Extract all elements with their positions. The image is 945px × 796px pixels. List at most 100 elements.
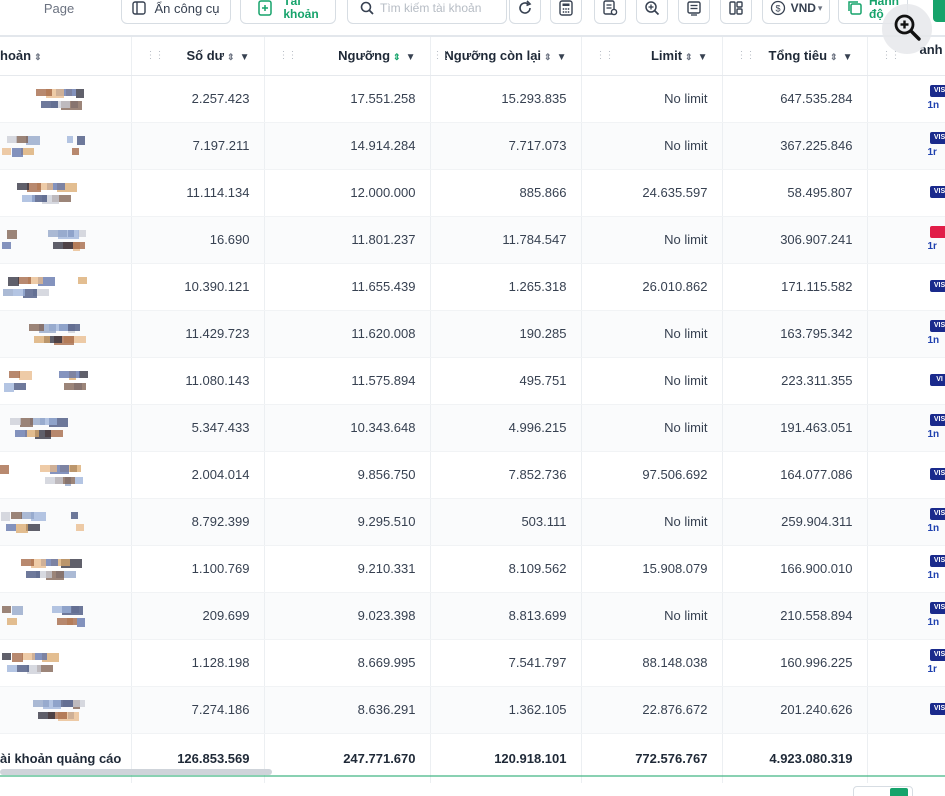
columns-button[interactable] [720,0,752,24]
payment-cell: VIS [867,686,945,734]
drag-handle-icon[interactable]: ⋮⋮ [737,50,756,61]
filter-caret-icon[interactable]: ▼ [240,52,250,63]
extra-green-button[interactable] [933,0,945,22]
table-row[interactable]: 11.114.134 12.000.000 885.866 24.635.597 58.… [0,169,945,217]
sort-icon[interactable]: ⇕ [685,52,693,62]
filter-caret-icon[interactable]: ▼ [698,52,708,63]
account-name-cell[interactable] [0,216,132,264]
col-header-account-label: hoản [0,48,32,64]
account-button[interactable]: Tài khoản [240,0,336,24]
limit-cell: No limit [581,404,723,452]
sort-icon[interactable]: ⇕ [227,52,235,62]
col-header-limit[interactable]: ⋮⋮ Limit ⇕ ▼ [581,37,723,76]
limit-cell: 26.010.862 [581,263,723,311]
account-name-cell[interactable] [0,592,132,640]
sort-icon[interactable]: ⇕ [34,52,42,62]
account-name-cell[interactable] [0,263,132,311]
toolbar: Page Ẩn công cụ Tài khoản Tìm kiếm tài k… [0,0,945,34]
account-name-cell[interactable] [0,545,132,593]
filter-caret-icon[interactable]: ▼ [406,52,416,63]
pixel-block [16,523,28,533]
search-icon [360,1,374,15]
threshold-cell: 12.000.000 [264,169,431,217]
sort-icon[interactable]: ⇕ [393,52,401,62]
drag-handle-icon[interactable]: ⋮⋮ [279,50,298,61]
col-header-remaining[interactable]: ⋮⋮ Ngưỡng còn lại ⇕ ▼ [430,37,582,76]
total-spend-cell: 191.463.051 [722,404,868,452]
limit-cell: No limit [581,592,723,640]
currency-icon: $ [770,0,786,16]
account-name-cell[interactable] [0,404,132,452]
blurred-account-name [0,76,120,122]
pixel-block [45,476,63,484]
drag-handle-icon[interactable]: ⋮⋮ [146,50,165,61]
col-header-balance[interactable]: ⋮⋮ Số dư ⇕ ▼ [131,37,265,76]
balance-cell: 11.114.134 [131,169,265,217]
account-name-cell[interactable] [0,686,132,734]
threshold-cell: 9.295.510 [264,498,431,546]
col-header-total-spend[interactable]: ⋮⋮ Tổng tiêu ⇕ ▼ [722,37,868,76]
page-size-indicator [890,788,908,796]
table-row[interactable]: 209.699 9.023.398 8.813.699 No limit 210.558… [0,592,945,640]
pixel-block [79,370,88,378]
hide-tools-label: Ẩn công cụ [154,0,220,16]
columns-icon [728,0,744,16]
copy-icon [847,0,863,16]
table-row[interactable]: 10.390.121 11.655.439 1.265.318 26.010.862 1… [0,263,945,311]
blurred-account-name [0,499,120,545]
table-row[interactable]: 2.004.014 9.856.750 7.852.736 97.506.692 164… [0,451,945,499]
remaining-cell: 15.293.835 [430,75,582,123]
filter-caret-icon[interactable]: ▼ [843,52,853,63]
pixel-block [14,382,26,390]
account-name-cell[interactable] [0,122,132,170]
account-name-cell[interactable] [0,451,132,499]
calculator-icon [558,0,574,16]
account-name-cell[interactable] [0,310,132,358]
account-name-cell[interactable] [0,169,132,217]
pixel-block [9,370,20,378]
col-header-threshold[interactable]: ⋮⋮ Ngưỡng ⇕ ▼ [264,37,431,76]
table-row[interactable]: 5.347.433 10.343.648 4.996.215 No limit 191.… [0,404,945,452]
pixel-block [2,241,11,249]
drag-handle-icon[interactable]: ⋮⋮ [596,50,615,61]
account-name-cell[interactable] [0,639,132,687]
table-row[interactable]: 11.080.143 11.575.894 495.751 No limit 223.3… [0,357,945,405]
drag-handle-icon[interactable]: ⋮⋮ [433,50,452,61]
sort-icon[interactable]: ⇕ [544,52,552,62]
page-button[interactable]: Page [0,0,118,24]
blurred-account-name [0,170,120,216]
table-row[interactable]: 2.257.423 17.551.258 15.293.835 No limit 647… [0,75,945,123]
calculator-button[interactable] [550,0,582,24]
pixel-block [67,135,73,143]
account-name-cell[interactable] [0,75,132,123]
filter-caret-icon[interactable]: ▼ [557,52,567,63]
pixel-block [36,88,52,96]
table-row[interactable]: 16.690 11.801.237 11.784.547 No limit 306.90… [0,216,945,264]
pixel-block [48,229,67,237]
search-field[interactable]: Tìm kiếm tài khoản [347,0,507,24]
notes-button[interactable] [678,0,710,24]
account-name-cell[interactable] [0,357,132,405]
payment-cell: VIS 1n [867,592,945,640]
report-settings-button[interactable] [594,0,626,24]
account-name-cell[interactable] [0,498,132,546]
table-row[interactable]: 7.197.211 14.914.284 7.717.073 No limit 367.… [0,122,945,170]
sort-icon[interactable]: ⇕ [830,52,838,62]
blurred-account-name [0,452,120,498]
col-header-account[interactable]: hoản ⇕ [0,37,132,76]
document-gear-icon [602,0,618,16]
zoom-in-button[interactable] [636,0,668,24]
zoom-magnifier-button[interactable] [882,4,932,54]
table-row[interactable]: 1.100.769 9.210.331 8.109.562 15.908.079 166… [0,545,945,593]
currency-select[interactable]: $ VND ▾ [762,0,830,24]
table-row[interactable]: 7.274.186 8.636.291 1.362.105 22.876.672 201… [0,686,945,734]
threshold-cell: 11.801.237 [264,216,431,264]
remaining-cell: 885.866 [430,169,582,217]
table-row[interactable]: 1.128.198 8.669.995 7.541.797 88.148.038 160… [0,639,945,687]
refresh-button[interactable] [509,0,541,24]
balance-cell: 209.699 [131,592,265,640]
chevron-down-icon: ▾ [817,2,823,13]
table-row[interactable]: 11.429.723 11.620.008 190.285 No limit 163.7… [0,310,945,358]
table-row[interactable]: 8.792.399 9.295.510 503.111 No limit 259.904… [0,498,945,546]
hide-tools-button[interactable]: Ẩn công cụ [121,0,231,24]
